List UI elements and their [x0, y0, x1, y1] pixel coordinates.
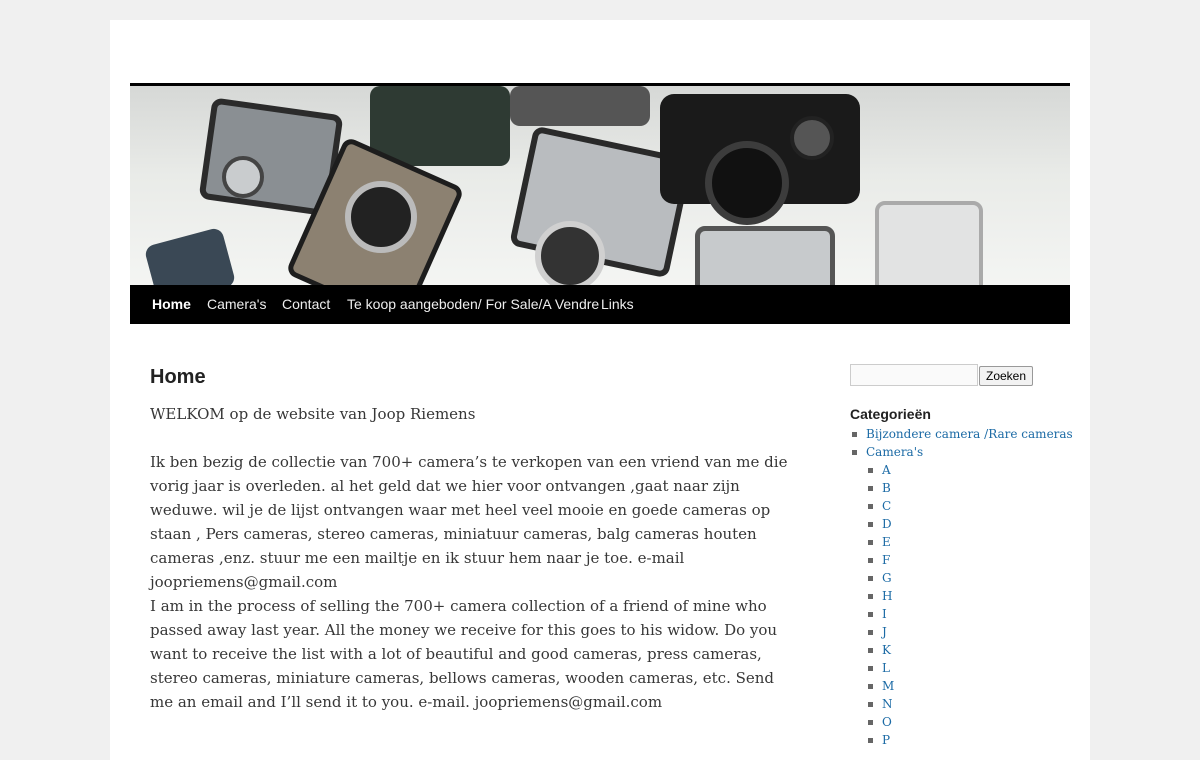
lens-shape: [705, 141, 789, 225]
list-item: Camera's ABCDEFGHIJKLMNOP: [850, 443, 1073, 749]
nav-item-contact[interactable]: Contact: [282, 285, 330, 324]
nav-item-links[interactable]: Links: [601, 285, 634, 324]
lens-shape: [222, 156, 264, 198]
category-letter-f[interactable]: F: [882, 553, 890, 567]
nav-item-for-sale[interactable]: Te koop aangeboden/ For Sale/A Vendre: [347, 285, 599, 324]
list-item: B: [866, 479, 1073, 497]
list-item: K: [866, 641, 1073, 659]
category-letter-l[interactable]: L: [882, 661, 890, 675]
list-item: Bijzondere camera /Rare cameras: [850, 425, 1073, 443]
list-item: N: [866, 695, 1073, 713]
search-button[interactable]: Zoeken: [979, 366, 1034, 386]
camera-shape: [695, 226, 835, 285]
category-letter-e[interactable]: E: [882, 535, 891, 549]
category-letter-d[interactable]: D: [882, 517, 892, 531]
list-item: H: [866, 587, 1073, 605]
camera-shape: [510, 86, 650, 126]
english-paragraph: I am in the process of selling the 700+ …: [150, 597, 778, 711]
camera-shape: [370, 86, 510, 166]
category-letter-g[interactable]: G: [882, 571, 892, 585]
page-container: Home Camera's Contact Te koop aangeboden…: [110, 20, 1090, 760]
list-item: O: [866, 713, 1073, 731]
category-letter-h[interactable]: H: [882, 589, 892, 603]
category-letter-m[interactable]: M: [882, 679, 894, 693]
category-letter-o[interactable]: O: [882, 715, 892, 729]
category-letter-a[interactable]: A: [882, 463, 891, 477]
list-item: D: [866, 515, 1073, 533]
main-navigation: Home Camera's Contact Te koop aangeboden…: [130, 285, 1070, 324]
category-letter-i[interactable]: I: [882, 607, 887, 621]
list-item: E: [866, 533, 1073, 551]
nav-item-cameras[interactable]: Camera's: [207, 285, 266, 324]
category-letter-k[interactable]: K: [882, 643, 891, 657]
camera-shape: [143, 226, 237, 285]
list-item: F: [866, 551, 1073, 569]
list-item: C: [866, 497, 1073, 515]
categories-list: Bijzondere camera /Rare cameras Camera's…: [850, 425, 1073, 749]
welcome-text: WELKOM op de website van Joop Riemens: [150, 405, 476, 423]
list-item: G: [866, 569, 1073, 587]
lens-shape: [790, 116, 834, 160]
category-letter-c[interactable]: C: [882, 499, 891, 513]
dutch-paragraph: Ik ben bezig de collectie van 700+ camer…: [150, 453, 788, 591]
list-item: A: [866, 461, 1073, 479]
list-item: L: [866, 659, 1073, 677]
list-item: M: [866, 677, 1073, 695]
camera-shape: [875, 201, 983, 285]
category-letter-n[interactable]: N: [882, 697, 893, 711]
list-item: I: [866, 605, 1073, 623]
category-link-cameras[interactable]: Camera's: [866, 445, 923, 459]
search-input[interactable]: [850, 364, 978, 386]
category-letter-b[interactable]: B: [882, 481, 891, 495]
category-link-rare-cameras[interactable]: Bijzondere camera /Rare cameras: [866, 427, 1073, 441]
list-item: J: [866, 623, 1073, 641]
letter-sublist: ABCDEFGHIJKLMNOP: [866, 461, 1073, 749]
categories-title: Categorieën: [850, 406, 931, 422]
category-letter-j[interactable]: J: [882, 625, 887, 639]
page-title: Home: [150, 366, 206, 388]
lens-shape: [345, 181, 417, 253]
list-item: P: [866, 731, 1073, 749]
lens-shape: [535, 221, 605, 285]
header-banner-image: [130, 86, 1070, 285]
nav-item-home[interactable]: Home: [152, 285, 191, 324]
category-letter-p[interactable]: P: [882, 733, 890, 747]
